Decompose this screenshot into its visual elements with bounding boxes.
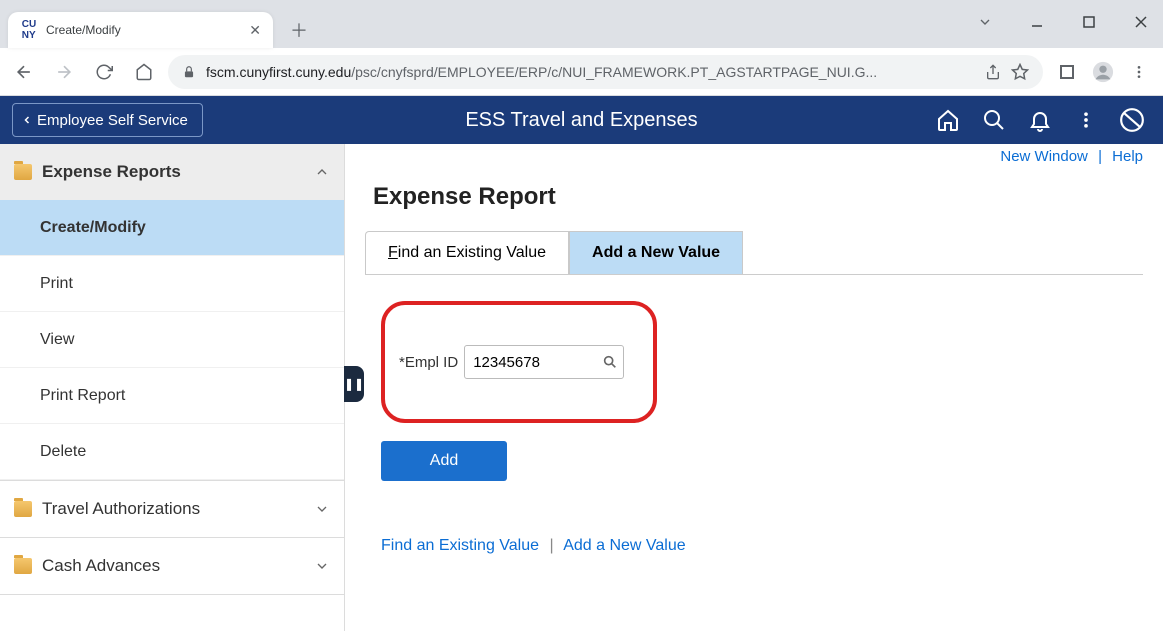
sidebar-item-view[interactable]: View <box>0 312 344 368</box>
form-area: *Empl ID Add Find an Existing Value | Ad… <box>345 275 1163 581</box>
sidebar-item-label: Create/Modify <box>40 219 146 237</box>
sidebar-item-print[interactable]: Print <box>0 256 344 312</box>
chevron-down-icon <box>314 501 330 517</box>
sidebar-item-create-modify[interactable]: Create/Modify <box>0 200 344 256</box>
tabs-row: Find an Existing Value Add a New Value <box>365 231 1143 275</box>
sidebar-header-cash-advances[interactable]: Cash Advances <box>0 538 344 594</box>
share-icon[interactable] <box>985 64 1001 80</box>
reload-button[interactable] <box>88 56 120 88</box>
sidebar-section-label: Travel Authorizations <box>42 499 200 519</box>
close-tab-icon[interactable]: ✕ <box>249 22 261 39</box>
folder-icon <box>14 558 32 574</box>
window-controls <box>971 8 1155 36</box>
star-icon[interactable] <box>1011 63 1029 81</box>
back-to-ess-button[interactable]: Employee Self Service <box>12 103 203 137</box>
notifications-icon[interactable] <box>1021 101 1059 139</box>
content-area: Expense Reports Create/Modify Print View… <box>0 144 1163 631</box>
sidebar-section-label: Cash Advances <box>42 556 160 576</box>
header-icons <box>929 101 1163 139</box>
maximize-button[interactable] <box>1075 8 1103 36</box>
profile-icon[interactable] <box>1087 56 1119 88</box>
lookup-icon[interactable] <box>602 354 618 370</box>
chevron-down-icon[interactable] <box>971 8 999 36</box>
add-button[interactable]: Add <box>381 441 507 481</box>
chevron-up-icon <box>314 164 330 180</box>
chevron-down-icon <box>314 558 330 574</box>
extensions-icon[interactable] <box>1051 56 1083 88</box>
new-window-link[interactable]: New Window <box>1000 148 1088 165</box>
empl-id-input[interactable] <box>464 345 624 379</box>
sidebar-item-label: View <box>40 331 74 349</box>
empl-id-label: *Empl ID <box>399 354 458 371</box>
browser-tab-strip: CUNY Create/Modify ✕ ＋ <box>0 0 1163 48</box>
tab-label-rest: ind an Existing Value <box>398 244 546 261</box>
sidebar-header-expense-reports[interactable]: Expense Reports <box>0 144 344 200</box>
sidebar-item-print-report[interactable]: Print Report <box>0 368 344 424</box>
new-tab-button[interactable]: ＋ <box>285 16 313 44</box>
browser-toolbar: fscm.cunyfirst.cuny.edu/psc/cnyfsprd/EMP… <box>0 48 1163 96</box>
tab-accelerator: F <box>388 244 398 261</box>
tab-add-new[interactable]: Add a New Value <box>569 231 743 274</box>
sidebar: Expense Reports Create/Modify Print View… <box>0 144 345 631</box>
url-text: fscm.cunyfirst.cuny.edu/psc/cnyfsprd/EMP… <box>206 64 975 80</box>
page-header-title: ESS Travel and Expenses <box>465 109 697 132</box>
tab-find-existing[interactable]: Find an Existing Value <box>365 231 569 274</box>
nav-forward-button[interactable] <box>48 56 80 88</box>
collapse-sidebar-button[interactable]: ❚❚ <box>344 366 364 402</box>
navbar-icon[interactable] <box>1113 101 1151 139</box>
bottom-links: Find an Existing Value | Add a New Value <box>381 481 1127 555</box>
top-links: New Window | Help <box>345 144 1163 169</box>
sidebar-section-label: Expense Reports <box>42 162 181 182</box>
sidebar-section-cash-advances: Cash Advances <box>0 538 344 595</box>
back-label: Employee Self Service <box>37 112 188 129</box>
folder-icon <box>14 164 32 180</box>
sidebar-item-label: Print <box>40 275 73 293</box>
browser-tab[interactable]: CUNY Create/Modify ✕ <box>8 12 273 48</box>
main-panel: ❚❚ New Window | Help Expense Report Find… <box>345 144 1163 631</box>
sidebar-section-travel-auth: Travel Authorizations <box>0 481 344 538</box>
actions-menu-icon[interactable] <box>1067 101 1105 139</box>
sidebar-item-label: Print Report <box>40 387 125 405</box>
help-link[interactable]: Help <box>1112 148 1143 165</box>
home-button[interactable] <box>128 56 160 88</box>
close-window-button[interactable] <box>1127 8 1155 36</box>
home-icon[interactable] <box>929 101 967 139</box>
sidebar-header-travel-auth[interactable]: Travel Authorizations <box>0 481 344 537</box>
lock-icon <box>182 65 196 79</box>
favicon-icon: CUNY <box>20 21 38 39</box>
divider: | <box>1098 148 1102 165</box>
tab-title: Create/Modify <box>46 23 241 37</box>
nav-back-button[interactable] <box>8 56 40 88</box>
minimize-button[interactable] <box>1023 8 1051 36</box>
address-bar[interactable]: fscm.cunyfirst.cuny.edu/psc/cnyfsprd/EMP… <box>168 55 1043 89</box>
sidebar-item-delete[interactable]: Delete <box>0 424 344 480</box>
sidebar-section-expense-reports: Expense Reports Create/Modify Print View… <box>0 144 344 481</box>
kebab-menu-icon[interactable] <box>1123 56 1155 88</box>
search-icon[interactable] <box>975 101 1013 139</box>
annotation-highlight: *Empl ID <box>381 301 657 423</box>
add-new-link[interactable]: Add a New Value <box>563 537 685 554</box>
page-title: Expense Report <box>345 169 1163 231</box>
folder-icon <box>14 501 32 517</box>
app-header: Employee Self Service ESS Travel and Exp… <box>0 96 1163 144</box>
divider: | <box>549 537 553 554</box>
find-existing-link[interactable]: Find an Existing Value <box>381 537 539 554</box>
sidebar-item-label: Delete <box>40 443 86 461</box>
